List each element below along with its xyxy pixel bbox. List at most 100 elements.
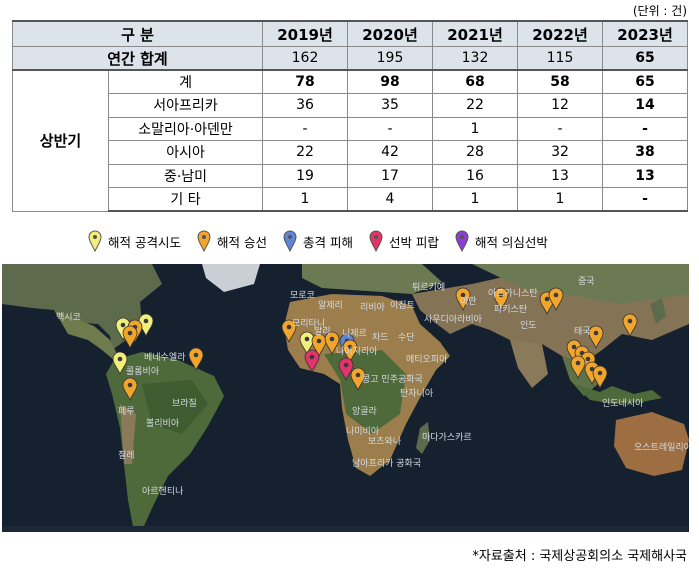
row-label: 소말리아·아덴만 bbox=[107, 116, 264, 141]
table-cell: 16 bbox=[432, 163, 519, 188]
table-cell: 14 bbox=[602, 93, 689, 118]
blue-pin-icon bbox=[283, 230, 297, 252]
legend-label: 총격 피해 bbox=[302, 234, 353, 250]
table-cell: 17 bbox=[347, 163, 434, 188]
column-header: 2021년 bbox=[432, 20, 519, 47]
table-cell: 65 bbox=[602, 46, 689, 71]
map-label: 이란 bbox=[460, 297, 477, 307]
table-row: 기 타 1 4 1 1 - bbox=[13, 187, 689, 212]
table-cell: 32 bbox=[517, 140, 604, 165]
row-label: 아시아 bbox=[107, 140, 264, 165]
map-label: 콜롬비아 bbox=[126, 367, 160, 377]
table-cell: 28 bbox=[432, 140, 519, 165]
purple-pin-icon bbox=[455, 230, 469, 252]
orange-pin-icon bbox=[197, 230, 211, 252]
map-label: 태국 bbox=[574, 327, 591, 337]
table-cell: 38 bbox=[602, 140, 689, 165]
table-cell: 1 bbox=[517, 187, 604, 212]
table-cell: 115 bbox=[517, 46, 604, 71]
map-label: 인도 bbox=[520, 321, 537, 331]
table-cell: 98 bbox=[347, 69, 434, 94]
legend-item: 총격 피해 bbox=[283, 230, 353, 252]
table-row: 상반기 계 78 98 68 58 65 bbox=[12, 69, 689, 212]
table-header-row: 구 분 2019년 2020년 2021년 2022년 2023년 bbox=[11, 20, 689, 47]
table-row: 중·남미 19 17 16 13 13 bbox=[13, 163, 689, 188]
map-label: 인도네시아 bbox=[602, 399, 644, 409]
table-row: 소말리아·아덴만 - - 1 - - bbox=[13, 116, 689, 141]
table-cell: 195 bbox=[347, 46, 434, 71]
map-label: 말리 bbox=[314, 327, 331, 337]
table-cell: 68 bbox=[432, 69, 519, 94]
legend-item: 해적 의심선박 bbox=[455, 230, 548, 252]
table-cell: 1 bbox=[262, 187, 349, 212]
table-cell: - bbox=[517, 116, 604, 141]
map-label: 아프가니스탄 bbox=[488, 289, 538, 299]
map-label: 중국 bbox=[578, 277, 595, 287]
map-label: 보츠와나 bbox=[368, 437, 402, 447]
map-label: 베네수엘라 bbox=[144, 353, 186, 363]
group-label: 상반기 bbox=[12, 69, 109, 212]
map-label: 콩고 민주공화국 bbox=[362, 375, 423, 385]
column-header: 2023년 bbox=[602, 20, 689, 47]
table-cell: 12 bbox=[517, 93, 604, 118]
map-label: 오스트레일리아 bbox=[634, 443, 689, 453]
row-label: 연간 합계 bbox=[11, 46, 264, 71]
map-label: 차드 bbox=[372, 333, 389, 343]
map-label: 페루 bbox=[118, 407, 135, 417]
map-label: 파키스탄 bbox=[494, 305, 528, 315]
table-cell: - bbox=[262, 116, 349, 141]
source-note: *자료출처 : 국제상공회의소 국제해사국 bbox=[472, 549, 687, 564]
map-label: 브라질 bbox=[172, 399, 197, 409]
map-label: 에티오피아 bbox=[406, 355, 448, 365]
table-row: 아시아 22 42 28 32 38 bbox=[13, 140, 689, 165]
row-label: 서아프리카 bbox=[107, 93, 264, 118]
row-label: 기 타 bbox=[107, 187, 264, 212]
table-cell: 65 bbox=[602, 69, 689, 94]
map-label: 남아프리카 공화국 bbox=[352, 459, 422, 469]
table-cell: 42 bbox=[347, 140, 434, 165]
incident-world-map[interactable]: 멕시코 베네수엘라 콜롬비아 페루 브라질 볼리비아 칠레 아르헨티나 모로코 … bbox=[2, 264, 689, 532]
table-cell: 22 bbox=[432, 93, 519, 118]
table-cell: - bbox=[602, 116, 689, 141]
map-label: 아르헨티나 bbox=[142, 487, 184, 497]
table-cell: - bbox=[602, 187, 689, 212]
red-pin-icon bbox=[369, 230, 383, 252]
column-header: 2022년 bbox=[517, 20, 604, 47]
table-row: 서아프리카 36 35 22 12 14 bbox=[13, 93, 689, 118]
table-cell: 132 bbox=[432, 46, 519, 71]
row-label: 중·남미 bbox=[107, 163, 264, 188]
map-label: 리비아 bbox=[360, 303, 385, 313]
map-label: 사우디아라비아 bbox=[424, 315, 482, 325]
table-cell: 58 bbox=[517, 69, 604, 94]
annual-total-row: 연간 합계 162 195 132 115 65 bbox=[11, 46, 689, 71]
table-cell: 13 bbox=[602, 163, 689, 188]
map-label: 니제르 bbox=[342, 329, 367, 339]
legend-label: 해적 공격시도 bbox=[108, 234, 181, 250]
column-header: 2020년 bbox=[347, 20, 434, 47]
incident-pin[interactable] bbox=[122, 325, 138, 349]
map-label: 앙골라 bbox=[352, 407, 377, 417]
yellow-pin-icon bbox=[88, 230, 102, 252]
table-cell: 19 bbox=[262, 163, 349, 188]
table-cell: - bbox=[347, 116, 434, 141]
table-cell: 35 bbox=[347, 93, 434, 118]
table-cell: 4 bbox=[347, 187, 434, 212]
table-cell: 1 bbox=[432, 187, 519, 212]
column-header: 구 분 bbox=[11, 20, 264, 47]
map-label: 이집트 bbox=[390, 301, 415, 311]
map-legend: 해적 공격시도 해적 승선 총격 피해 선박 피랍 해적 의심선박 bbox=[88, 230, 548, 252]
table-cell: 22 bbox=[262, 140, 349, 165]
legend-item: 선박 피랍 bbox=[369, 230, 439, 252]
table-cell: 1 bbox=[432, 116, 519, 141]
legend-label: 선박 피랍 bbox=[388, 234, 439, 250]
row-label: 계 bbox=[107, 69, 264, 94]
map-label: 멕시코 bbox=[56, 313, 81, 323]
map-label: 탄자니아 bbox=[400, 389, 434, 399]
map-label: 모로코 bbox=[290, 291, 315, 301]
legend-item: 해적 공격시도 bbox=[88, 230, 181, 252]
table-cell: 78 bbox=[262, 69, 349, 94]
legend-label: 해적 의심선박 bbox=[474, 234, 548, 250]
table-cell: 36 bbox=[262, 93, 349, 118]
legend-item: 해적 승선 bbox=[197, 230, 267, 252]
map-label: 나이지리아 bbox=[336, 347, 378, 357]
